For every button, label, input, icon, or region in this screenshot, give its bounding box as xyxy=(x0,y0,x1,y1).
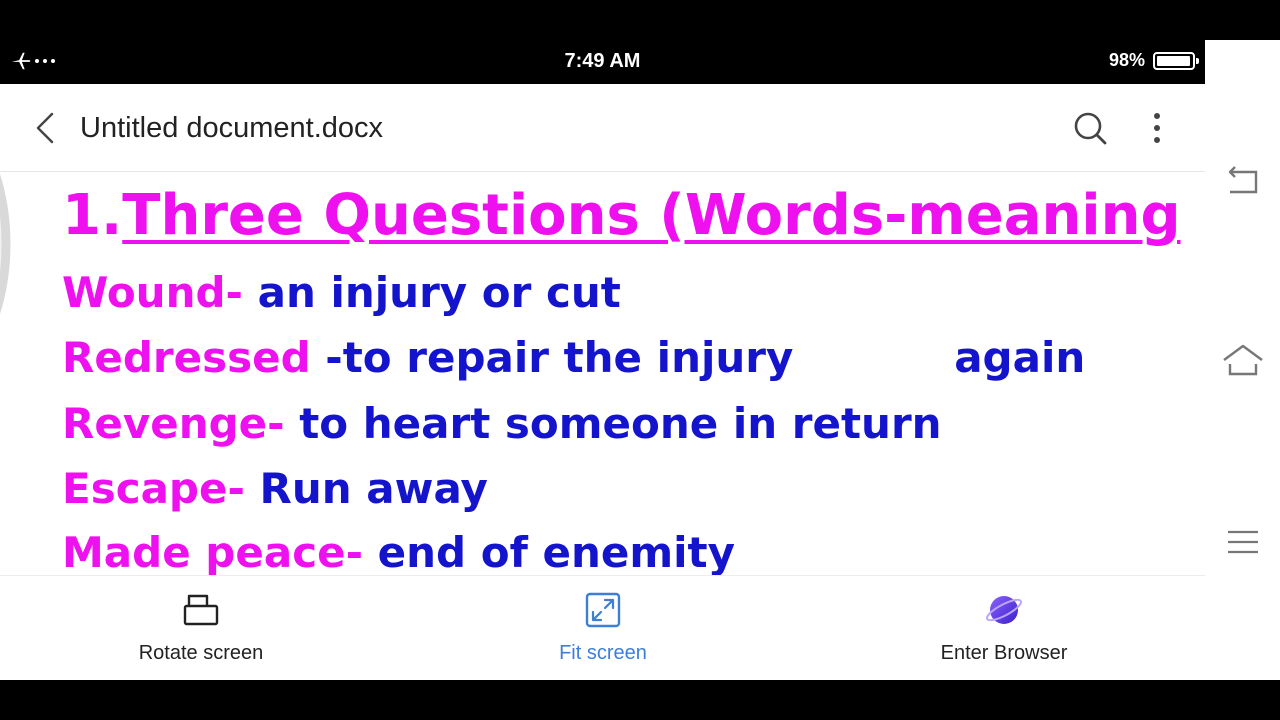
status-time: 7:49 AM xyxy=(564,50,641,72)
entry-term: Revenge- xyxy=(62,399,285,448)
top-bar: Untitled document.docx xyxy=(0,84,1205,172)
entry-row: Made peace- end of enemity xyxy=(62,528,735,575)
system-nav-bar xyxy=(1205,40,1280,680)
battery-percent: 98% xyxy=(1108,50,1145,70)
document-content: 1.Three Questions (Words-meaning Wound- … xyxy=(0,173,1205,575)
heading-text: Three Questions (Words-meaning xyxy=(122,183,1181,248)
back-icon[interactable] xyxy=(30,108,60,148)
enter-browser-button[interactable]: Enter Browser xyxy=(884,576,1124,680)
nav-home-icon[interactable] xyxy=(1222,342,1264,378)
entry-definition: end of enemity xyxy=(363,528,735,575)
more-vert-icon[interactable] xyxy=(1144,110,1170,146)
rotate-screen-label: Rotate screen xyxy=(138,642,264,664)
bottom-action-bar: Rotate screen Fit screen Enter Browser xyxy=(0,575,1205,680)
document-viewer: Untitled document.docx 1.Three Questions… xyxy=(0,84,1205,680)
entry-definition: to heart someone in return xyxy=(284,399,942,448)
nav-back-icon[interactable] xyxy=(1222,164,1264,200)
entry-definition: Run away xyxy=(244,464,488,513)
entry-term: Made peace- xyxy=(62,528,364,575)
document-title: Untitled document.docx xyxy=(80,112,384,144)
entry-row: Redressed -to repair the injury again xyxy=(62,333,1085,382)
entry-term: Wound- xyxy=(62,268,243,317)
heading-number: 1. xyxy=(62,183,123,248)
search-icon[interactable] xyxy=(1072,110,1108,146)
entry-definition: -to repair the injury again xyxy=(310,333,1086,382)
status-bar: 7:49 AM 98% xyxy=(0,40,1205,84)
entry-term: Redressed xyxy=(62,333,311,382)
fit-screen-icon xyxy=(585,592,621,628)
rotate-screen-icon xyxy=(183,594,219,626)
entry-row: Wound- an injury or cut xyxy=(62,268,621,317)
rotate-screen-button[interactable]: Rotate screen xyxy=(81,576,321,680)
document-heading: 1.Three Questions (Words-meaning xyxy=(62,183,1181,248)
status-right: 98% xyxy=(1108,50,1199,71)
battery-icon xyxy=(1153,51,1199,70)
battery-fill xyxy=(1157,55,1191,66)
entry-term: Escape- xyxy=(62,464,245,513)
entry-definition: an injury or cut xyxy=(242,268,621,317)
enter-browser-label: Enter Browser xyxy=(940,642,1068,664)
fit-screen-button[interactable]: Fit screen xyxy=(483,576,723,680)
nav-menu-icon[interactable] xyxy=(1222,524,1264,560)
fit-screen-label: Fit screen xyxy=(559,642,647,664)
entry-row: Escape- Run away xyxy=(62,464,488,513)
entry-row: Revenge- to heart someone in return xyxy=(62,399,942,448)
browser-planet-icon xyxy=(986,596,1022,624)
